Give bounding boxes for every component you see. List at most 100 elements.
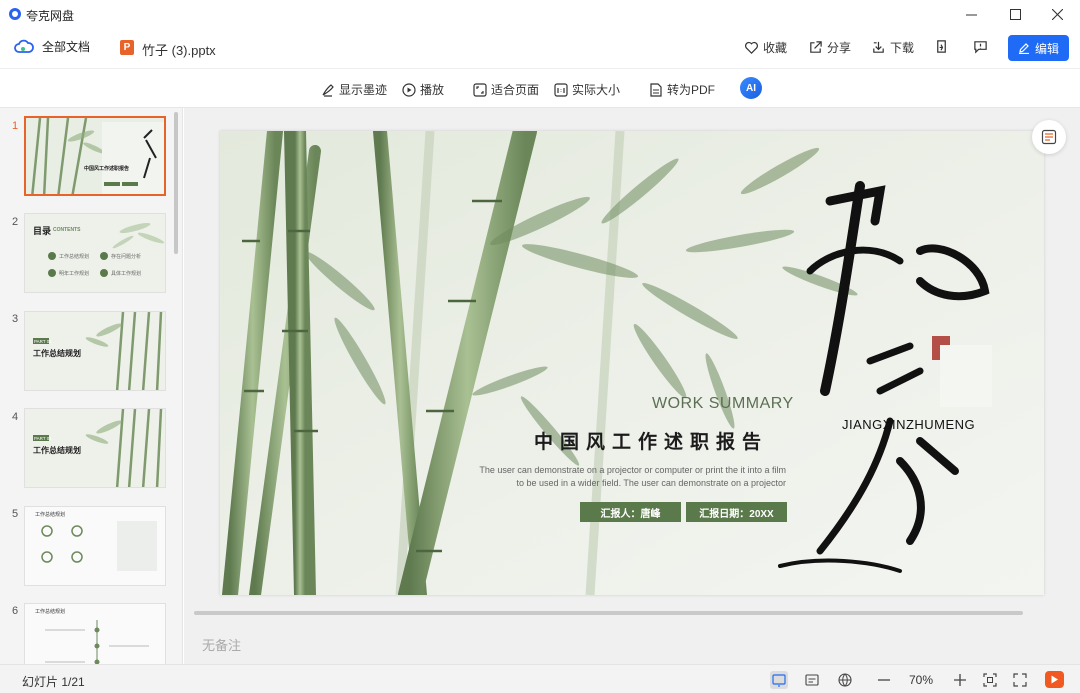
play-button[interactable]: 播放 [402, 81, 444, 98]
bamboo-background-image [220, 131, 1044, 595]
slide-thumbnail-5[interactable]: 工作总结规划 [24, 506, 166, 586]
thumbnail-number: 4 [12, 411, 19, 423]
edit-label: 编辑 [1034, 41, 1059, 56]
share-button[interactable]: 分享 [808, 39, 851, 56]
minimize-button[interactable] [948, 0, 994, 28]
fit-window-button[interactable] [981, 671, 999, 689]
zoom-in-button[interactable] [951, 671, 969, 689]
plus-icon [954, 674, 966, 686]
play-label: 播放 [420, 83, 445, 97]
notes-placeholder[interactable]: 无备注 [202, 635, 241, 654]
edit-button[interactable]: 编辑 [1008, 35, 1069, 61]
slide-notes-toggle-button[interactable] [1032, 120, 1066, 154]
web-view-button[interactable] [836, 671, 854, 689]
maximize-button[interactable] [992, 0, 1038, 28]
thumbnail-title: 中国风工作述职报告 [84, 166, 130, 172]
cloud-icon [14, 39, 34, 53]
fit-page-button[interactable]: 适合页面 [473, 81, 539, 98]
globe-icon [838, 673, 852, 687]
download-label: 下载 [890, 41, 915, 55]
heart-icon [745, 41, 758, 54]
favorite-label: 收藏 [763, 41, 788, 55]
download-icon [873, 41, 884, 53]
minus-icon [878, 679, 890, 681]
thumbnail-item: 工作总结规划 [59, 254, 90, 260]
minimize-icon [965, 14, 977, 15]
slide-thumbnail-4[interactable]: PART 01 工作总结规划 [24, 408, 166, 488]
ink-pen-icon [322, 83, 334, 97]
actual-size-button[interactable]: 实际大小 [554, 81, 620, 98]
placeholder-box [940, 345, 992, 407]
slide-thumbnail-3[interactable]: PART 01 工作总结规划 [24, 311, 166, 391]
save-to-icon [937, 40, 946, 53]
thumbnail-part: PART 01 [34, 436, 52, 441]
close-icon [1051, 8, 1063, 20]
thumbnail-item: 具体工作规划 [111, 271, 142, 277]
chart-thumbnail-image [25, 507, 165, 585]
reporter-badge: 汇报人：唐峰 [580, 502, 681, 522]
show-ink-button[interactable]: 显示墨迹 [321, 81, 387, 98]
close-button[interactable] [1034, 0, 1080, 28]
normal-view-icon [772, 674, 786, 687]
thumbnail-item: 明年工作规划 [59, 271, 90, 277]
slide-counter: 幻灯片 1/21 [22, 675, 85, 689]
slide-thumbnail-panel[interactable]: 1 中国风工作述职报告 2 目录 CONTENTS 工作总结规划 存在问题分析 … [0, 108, 183, 664]
slide-thumbnail-6[interactable]: 工作总结规划 [24, 603, 166, 664]
title-bar: 夸克网盘 [0, 0, 1080, 28]
pdf-convert-icon [650, 82, 662, 97]
fit-window-icon [983, 673, 997, 687]
all-documents-button[interactable]: 全部文档 [14, 38, 90, 55]
notes-view-button[interactable] [803, 671, 821, 689]
thumbnail-number: 6 [12, 605, 19, 617]
slide-thumbnail-2[interactable]: 目录 CONTENTS 工作总结规划 存在问题分析 明年工作规划 具体工作规划 [24, 213, 166, 293]
notes-view-icon [805, 674, 819, 686]
thumbnail-part: PART 01 [34, 339, 52, 344]
zoom-level[interactable]: 70% [909, 673, 933, 687]
all-documents-label: 全部文档 [42, 40, 91, 54]
feedback-button[interactable] [973, 39, 988, 54]
thumbnail-number: 5 [12, 508, 19, 520]
favorite-button[interactable]: 收藏 [744, 39, 787, 56]
feedback-icon [974, 41, 987, 54]
actual-size-label: 实际大小 [572, 83, 621, 97]
slide-pinyin: JIANGXINZHUMENG [842, 417, 976, 432]
pencil-icon [1018, 43, 1029, 54]
viewer-toolbar: 显示墨迹 播放 适合页面 实际大小 转为PDF AI [0, 68, 1080, 108]
thumbnail-title: 工作总结规划 [33, 349, 81, 358]
convert-to-pdf-button[interactable]: 转为PDF [649, 81, 715, 98]
thumbnail-title: 工作总结规划 [35, 512, 66, 518]
show-ink-label: 显示墨迹 [339, 83, 388, 97]
thumbnail-title: 工作总结规划 [35, 609, 66, 615]
app-title: 夸克网盘 [26, 9, 75, 23]
status-bar: 幻灯片 1/21 70% [0, 664, 1080, 693]
normal-view-button[interactable] [770, 671, 788, 689]
fullscreen-button[interactable] [1011, 671, 1029, 689]
slide-thumbnail-1[interactable]: 中国风工作述职报告 [24, 116, 166, 196]
file-name: 竹子 (3).pptx [142, 43, 216, 58]
share-icon [810, 41, 822, 53]
slide-work-summary: WORK SUMMARY [652, 395, 794, 412]
horizontal-scrollbar[interactable] [194, 611, 1023, 615]
thumbnail-scrollbar[interactable] [174, 112, 178, 254]
report-date-badge: 汇报日期：20XX [686, 502, 787, 522]
thumbnail-subtitle: CONTENTS [53, 227, 81, 233]
fullscreen-icon [1013, 673, 1027, 687]
slide-title: 中国风工作述职报告 [534, 431, 769, 453]
zoom-out-button[interactable] [875, 671, 893, 689]
ai-assistant-button[interactable]: AI [740, 77, 762, 99]
slide-description-line-2: to be used in a wider field. The user ca… [516, 478, 787, 488]
thumbnail-number: 3 [12, 313, 19, 325]
save-to-button[interactable] [934, 39, 949, 54]
download-button[interactable]: 下载 [871, 39, 914, 56]
bamboo-thumbnail-image [26, 118, 164, 194]
slide-canvas[interactable]: WORK SUMMARY 中国风工作述职报告 The user can demo… [184, 108, 1080, 664]
thumbnail-title: 目录 [33, 226, 52, 236]
slide-description-line-1: The user can demonstrate on a projector … [479, 465, 786, 475]
thumbnail-number: 1 [12, 120, 19, 132]
actual-size-icon [554, 82, 568, 97]
thumbnail-item: 存在问题分析 [111, 254, 142, 260]
share-label: 分享 [827, 41, 852, 55]
thumbnail-number: 2 [12, 216, 19, 228]
fit-page-label: 适合页面 [491, 83, 540, 97]
slideshow-play-button[interactable] [1045, 671, 1064, 688]
